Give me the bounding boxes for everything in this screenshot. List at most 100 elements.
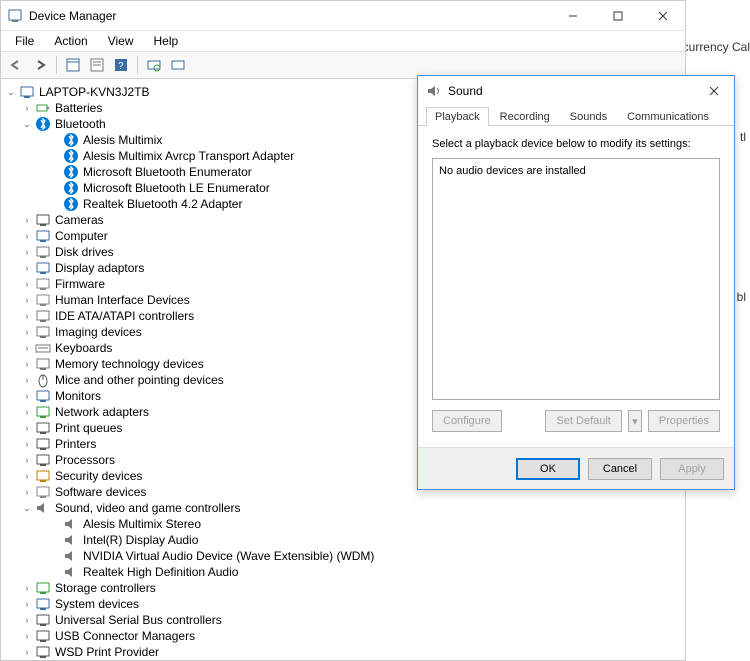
- maximize-button[interactable]: [595, 1, 640, 30]
- tree-label: Alesis Multimix Stereo: [83, 517, 201, 531]
- tree-row-device[interactable]: Alesis Multimix Stereo: [1, 516, 685, 532]
- tree-twisty[interactable]: ›: [21, 342, 33, 354]
- tree-twisty[interactable]: ›: [21, 390, 33, 402]
- tab-sounds[interactable]: Sounds: [561, 107, 616, 126]
- tree-label: Human Interface Devices: [55, 293, 190, 307]
- hid-icon: [35, 292, 51, 308]
- tree-twisty[interactable]: ›: [21, 406, 33, 418]
- tree-twisty[interactable]: ⌄: [21, 502, 33, 514]
- forward-button[interactable]: [29, 54, 51, 76]
- tree-twisty[interactable]: ›: [21, 262, 33, 274]
- back-button[interactable]: [5, 54, 27, 76]
- tab-communications[interactable]: Communications: [618, 107, 718, 126]
- show-hide-tree-button[interactable]: [62, 54, 84, 76]
- snd-icon: [63, 516, 79, 532]
- pc-icon: [35, 228, 51, 244]
- mon-icon: [35, 388, 51, 404]
- menu-action[interactable]: Action: [46, 32, 95, 50]
- tree-label: Microsoft Bluetooth LE Enumerator: [83, 181, 270, 195]
- minimize-button[interactable]: [550, 1, 595, 30]
- set-default-button[interactable]: Set Default: [545, 410, 621, 432]
- tree-twisty[interactable]: ›: [21, 246, 33, 258]
- tree-label: Computer: [55, 229, 108, 243]
- tree-twisty[interactable]: ›: [21, 310, 33, 322]
- tree-label: Cameras: [55, 213, 104, 227]
- tree-twisty[interactable]: ›: [21, 358, 33, 370]
- menu-help[interactable]: Help: [146, 32, 187, 50]
- tree-twisty[interactable]: ›: [21, 454, 33, 466]
- tree-twisty[interactable]: ⌄: [5, 86, 17, 98]
- tree-row-device[interactable]: Realtek High Definition Audio: [1, 564, 685, 580]
- tree-row-usb-connector-managers[interactable]: ›USB Connector Managers: [1, 628, 685, 644]
- tree-row-device[interactable]: Intel(R) Display Audio: [1, 532, 685, 548]
- tree-twisty[interactable]: ›: [21, 422, 33, 434]
- tree-twisty[interactable]: ›: [21, 438, 33, 450]
- tree-row-wsd-print-provider[interactable]: › WSD Print Provider: [1, 644, 685, 660]
- menu-view[interactable]: View: [100, 32, 142, 50]
- tree-twisty[interactable]: ›: [21, 374, 33, 386]
- tree-twisty[interactable]: ›: [21, 646, 33, 658]
- menubar: File Action View Help: [1, 31, 685, 51]
- tree-twisty[interactable]: ›: [21, 486, 33, 498]
- playback-device-list[interactable]: No audio devices are installed: [432, 158, 720, 400]
- tree-row-universal-serial-bus-controllers[interactable]: ›Universal Serial Bus controllers: [1, 612, 685, 628]
- devices-button[interactable]: [167, 54, 189, 76]
- kb-icon: [35, 340, 51, 356]
- tree-row-storage-controllers[interactable]: ›Storage controllers: [1, 580, 685, 596]
- tree-label: IDE ATA/ATAPI controllers: [55, 309, 194, 323]
- net-icon: [35, 404, 51, 420]
- tree-twisty[interactable]: ›: [21, 102, 33, 114]
- bg-text-fragment: tl: [740, 130, 746, 144]
- empty-list-text: No audio devices are installed: [439, 165, 586, 177]
- tree-twisty[interactable]: ›: [21, 230, 33, 242]
- sound-close-button[interactable]: [694, 76, 734, 106]
- properties-button[interactable]: [86, 54, 108, 76]
- tree-twisty[interactable]: ›: [21, 294, 33, 306]
- tab-playback[interactable]: Playback: [426, 107, 489, 126]
- fw-icon: [35, 276, 51, 292]
- apply-button[interactable]: Apply: [660, 458, 724, 480]
- ok-button[interactable]: OK: [516, 458, 580, 480]
- tree-row-device[interactable]: NVIDIA Virtual Audio Device (Wave Extens…: [1, 548, 685, 564]
- help-button[interactable]: ?: [110, 54, 132, 76]
- ide-icon: [35, 308, 51, 324]
- scan-button[interactable]: [143, 54, 165, 76]
- tree-label: Alesis Multimix Avrcp Transport Adapter: [83, 149, 294, 163]
- snd-icon: [35, 500, 51, 516]
- tree-row-system-devices[interactable]: ›System devices: [1, 596, 685, 612]
- close-button[interactable]: [640, 1, 685, 30]
- configure-button[interactable]: Configure: [432, 410, 502, 432]
- tree-twisty[interactable]: ⌄: [21, 118, 33, 130]
- tree-twisty[interactable]: ›: [21, 582, 33, 594]
- tree-label: Sound, video and game controllers: [55, 501, 240, 515]
- disk-icon: [35, 244, 51, 260]
- speaker-icon: [426, 83, 442, 99]
- tree-twisty[interactable]: ›: [21, 614, 33, 626]
- set-default-dropdown[interactable]: ▾: [628, 410, 642, 432]
- tree-label: WSD Print Provider: [55, 645, 159, 659]
- tab-recording[interactable]: Recording: [491, 107, 559, 126]
- tree-twisty[interactable]: ›: [21, 278, 33, 290]
- tree-row-sound-video-and-game-controllers[interactable]: ⌄ Sound, video and game controllers: [1, 500, 685, 516]
- tree-label: Processors: [55, 453, 115, 467]
- tree-twisty[interactable]: ›: [21, 214, 33, 226]
- titlebar[interactable]: Device Manager: [1, 1, 685, 31]
- sound-dialog: Sound Playback Recording Sounds Communic…: [417, 75, 735, 490]
- tree-twisty[interactable]: ›: [21, 470, 33, 482]
- sound-titlebar[interactable]: Sound: [418, 76, 734, 106]
- tree-twisty[interactable]: ›: [21, 630, 33, 642]
- tree-label: Firmware: [55, 277, 105, 291]
- battery-icon: [35, 100, 51, 116]
- bt-icon: [63, 196, 79, 212]
- tree-label: NVIDIA Virtual Audio Device (Wave Extens…: [83, 549, 374, 563]
- properties-button[interactable]: Properties: [648, 410, 720, 432]
- cancel-button[interactable]: Cancel: [588, 458, 652, 480]
- tree-twisty[interactable]: ›: [21, 598, 33, 610]
- menu-file[interactable]: File: [7, 32, 42, 50]
- sec-icon: [35, 468, 51, 484]
- usb-icon: [35, 628, 51, 644]
- tree-twisty[interactable]: ›: [21, 326, 33, 338]
- bg-text-fragment: ocurrency Cal: [676, 40, 750, 54]
- cam-icon: [35, 212, 51, 228]
- stor-icon: [35, 580, 51, 596]
